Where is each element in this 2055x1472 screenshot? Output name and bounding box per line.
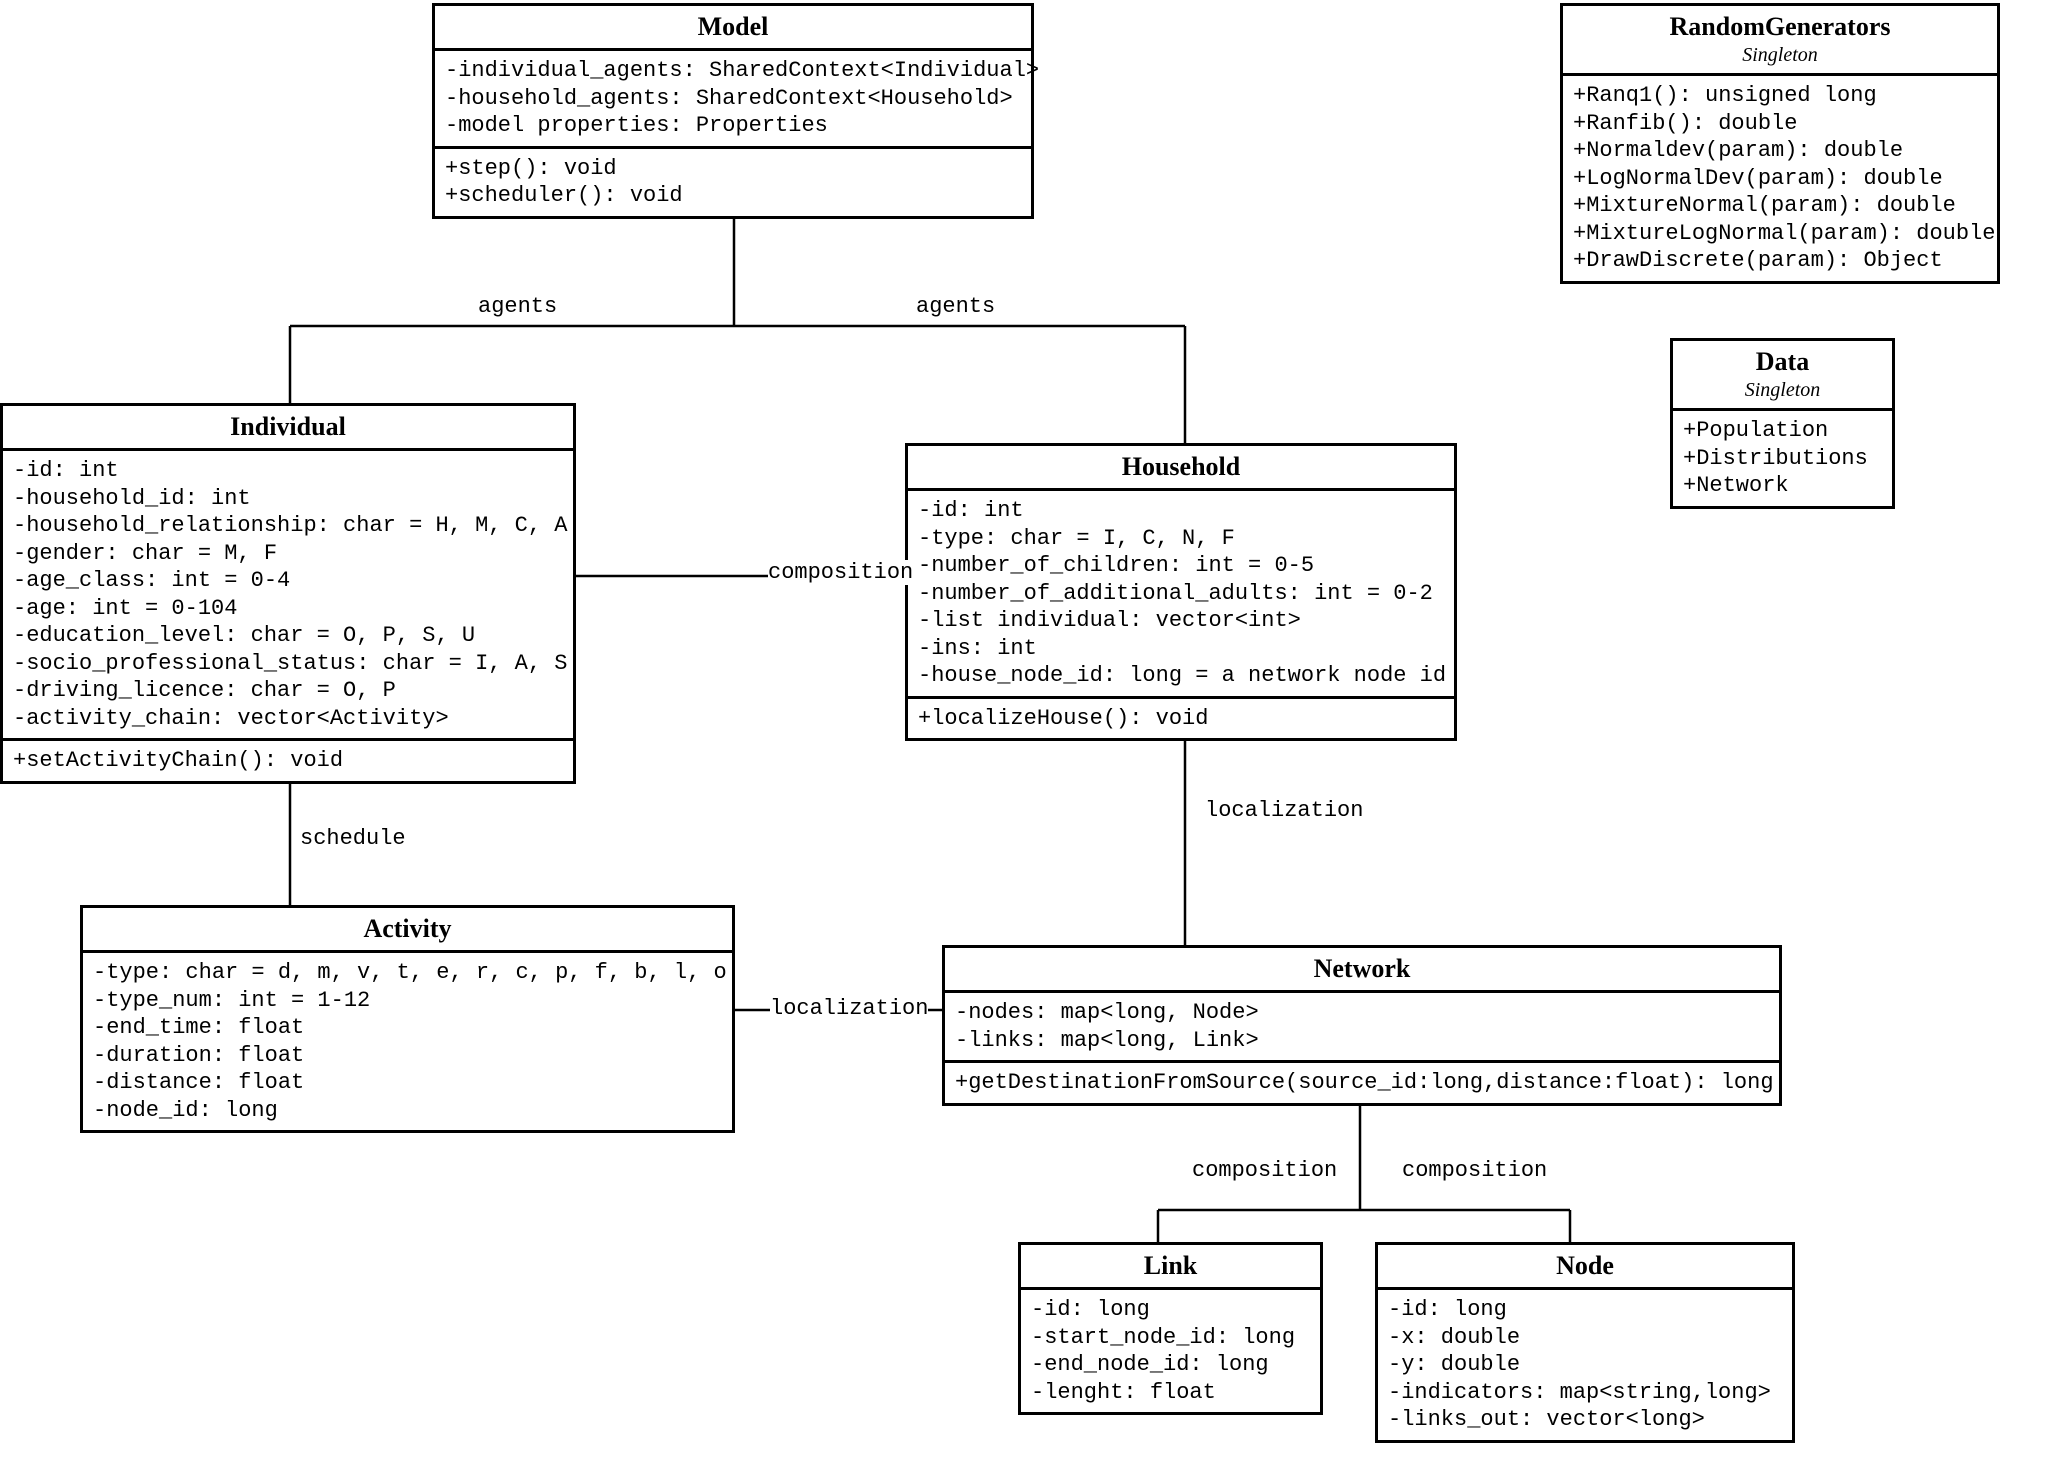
class-title: Data <box>1681 347 1884 377</box>
class-title: RandomGenerators <box>1571 12 1989 42</box>
edge-label-agents-right: agents <box>916 294 995 319</box>
class-attributes: -id: long -start_node_id: long -end_node… <box>1021 1290 1320 1412</box>
class-attributes: +Population +Distributions +Network <box>1673 411 1892 506</box>
edge-label-composition-link: composition <box>1192 1158 1337 1183</box>
class-node: Node -id: long -x: double -y: double -in… <box>1375 1242 1795 1443</box>
class-attributes: -id: int -type: char = I, C, N, F -numbe… <box>908 491 1454 699</box>
class-household: Household -id: int -type: char = I, C, N… <box>905 443 1457 741</box>
class-network: Network -nodes: map<long, Node> -links: … <box>942 945 1782 1106</box>
edge-label-schedule: schedule <box>300 826 406 851</box>
class-operations: +setActivityChain(): void <box>3 741 573 781</box>
class-attributes: -id: int -household_id: int -household_r… <box>3 451 573 741</box>
class-title: Node <box>1386 1251 1784 1281</box>
class-random-generators: RandomGenerators Singleton +Ranq1(): uns… <box>1560 3 2000 284</box>
class-model: Model -individual_agents: SharedContext<… <box>432 3 1034 219</box>
class-title: Link <box>1029 1251 1312 1281</box>
class-title: Network <box>953 954 1771 984</box>
class-operations: +Ranq1(): unsigned long +Ranfib(): doubl… <box>1563 76 1997 281</box>
edge-label-agents-left: agents <box>478 294 557 319</box>
class-operations: +localizeHouse(): void <box>908 699 1454 739</box>
edge-label-localization-hh-net: localization <box>1205 798 1363 823</box>
edge-label-composition-node: composition <box>1402 1158 1547 1183</box>
edge-label-localization-act-net: localization <box>770 996 928 1021</box>
class-operations: +step(): void +scheduler(): void <box>435 149 1031 216</box>
class-operations: +getDestinationFromSource(source_id:long… <box>945 1063 1779 1103</box>
class-attributes: -individual_agents: SharedContext<Indivi… <box>435 51 1031 149</box>
class-title: Model <box>443 12 1023 42</box>
class-stereotype: Singleton <box>1681 379 1884 402</box>
class-link: Link -id: long -start_node_id: long -end… <box>1018 1242 1323 1415</box>
class-title: Activity <box>91 914 724 944</box>
class-attributes: -type: char = d, m, v, t, e, r, c, p, f,… <box>83 953 732 1130</box>
class-attributes: -id: long -x: double -y: double -indicat… <box>1378 1290 1792 1440</box>
class-data: Data Singleton +Population +Distribution… <box>1670 338 1895 509</box>
class-individual: Individual -id: int -household_id: int -… <box>0 403 576 784</box>
class-stereotype: Singleton <box>1571 44 1989 67</box>
class-title: Household <box>916 452 1446 482</box>
edge-label-composition-ind-hh: composition <box>768 560 913 585</box>
class-attributes: -nodes: map<long, Node> -links: map<long… <box>945 993 1779 1063</box>
class-activity: Activity -type: char = d, m, v, t, e, r,… <box>80 905 735 1133</box>
uml-canvas: Model -individual_agents: SharedContext<… <box>0 0 2055 1472</box>
class-title: Individual <box>11 412 565 442</box>
